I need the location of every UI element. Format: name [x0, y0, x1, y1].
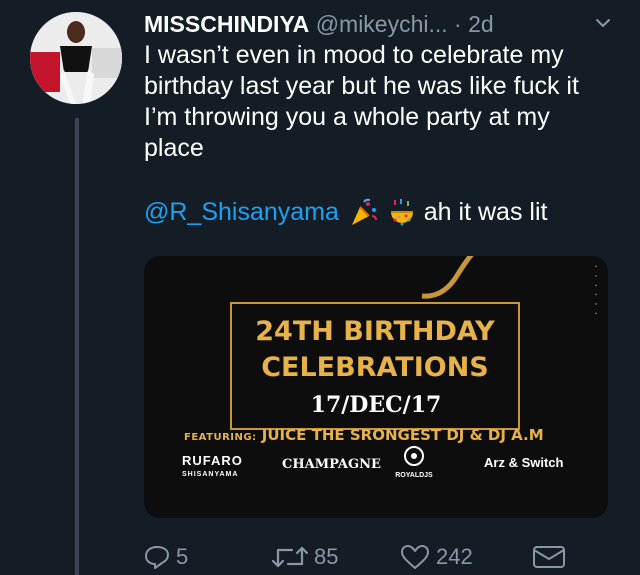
rufaro-logo: RUFARO SHISANYAMA: [182, 454, 243, 482]
user-handle[interactable]: @mikeychi...: [316, 11, 448, 37]
reply-button[interactable]: 5: [144, 540, 188, 574]
like-button[interactable]: 242: [400, 540, 473, 574]
separator-dot: ·: [447, 11, 469, 37]
headline: 24TH BIRTHDAY CELEBRATIONS: [232, 314, 518, 386]
sponsor-logos: RUFARO SHISANYAMA CHAMPAGNE ROYALDJS Arz…: [182, 446, 582, 484]
retweet-button[interactable]: 85: [272, 540, 338, 574]
switch-logo-text: Switch: [521, 455, 564, 470]
confetti-ball-icon: [390, 199, 413, 226]
like-count: 242: [436, 544, 473, 569]
reply-icon: [145, 546, 169, 569]
retweet-icon: [272, 546, 308, 568]
avatar[interactable]: [30, 12, 122, 104]
chevron-down-icon[interactable]: [596, 16, 610, 30]
tweet-mention-line: @R_Shisanyama ah it was lit: [144, 196, 624, 228]
tweet-header: MISSCHINDIYA @mikeychi... · 2d: [144, 8, 624, 40]
mention-link[interactable]: @R_Shisanyama: [144, 198, 339, 226]
side-watermark: ▪ ▪ ▪ ▪ ▪ ▪: [593, 264, 599, 318]
tweet-time[interactable]: 2d: [468, 11, 494, 37]
featuring-line: FEATURING: JUICE THE SRONGEST DJ & DJ A.…: [184, 426, 584, 444]
royaldjs-logo-text: ROYALDJS: [395, 472, 433, 479]
reply-count: 5: [176, 544, 189, 569]
direct-message-button[interactable]: [532, 540, 572, 574]
retweet-count: 85: [314, 544, 339, 569]
envelope-icon: [533, 546, 565, 568]
arz-switch-logo: Arz & Switch: [484, 455, 564, 470]
avatar-photo: [30, 12, 122, 104]
event-date: 17/DEC/17: [310, 392, 442, 418]
thread-line: [75, 118, 79, 575]
featuring-label: FEATURING:: [184, 432, 257, 443]
arz-logo-text: Arz: [484, 455, 505, 470]
heart-icon: [401, 545, 429, 569]
display-name[interactable]: MISSCHINDIYA: [144, 11, 309, 37]
headline-line-2: CELEBRATIONS: [261, 352, 489, 383]
rufaro-logo-text: RUFARO: [182, 453, 243, 468]
royaldjs-disc-icon: [404, 446, 424, 466]
headline-line-1: 24TH BIRTHDAY: [255, 316, 495, 347]
featuring-text: JUICE THE SRONGEST DJ & DJ A.M: [256, 426, 544, 444]
tweet-media-image[interactable]: ▪ ▪ ▪ ▪ ▪ ▪ 24TH BIRTHDAY CELEBRATIONS 1…: [144, 256, 608, 518]
champagne-logo: CHAMPAGNE: [282, 457, 381, 472]
tweet-actions: 5 85 242: [144, 540, 624, 574]
royaldjs-logo: ROYALDJS: [394, 446, 434, 483]
decorative-swirl: [421, 256, 474, 299]
shisanyama-logo-text: SHISANYAMA: [182, 471, 239, 478]
tweet-text: I wasn’t even in mood to celebrate my bi…: [144, 41, 579, 162]
party-popper-icon: [351, 199, 377, 226]
trailing-text: ah it was lit: [423, 198, 548, 226]
